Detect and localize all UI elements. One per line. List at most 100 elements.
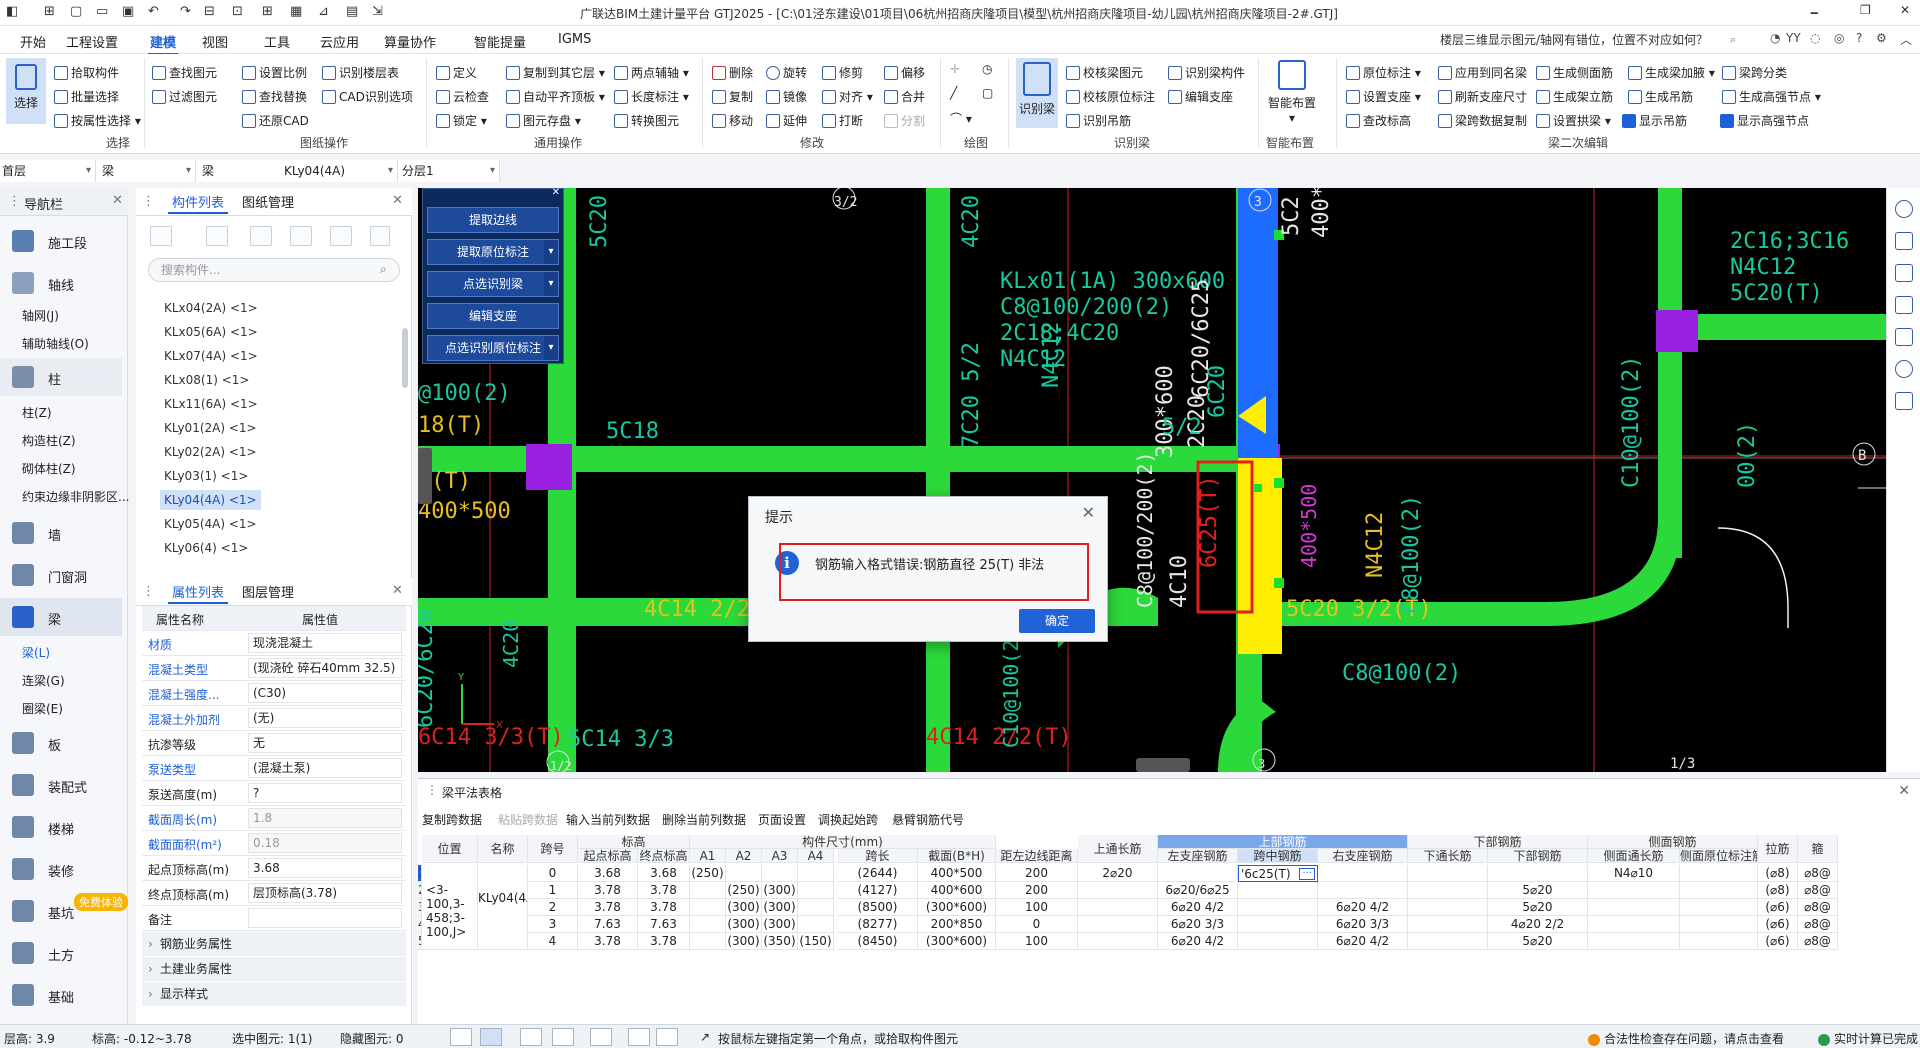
table-cell[interactable]: 6⌀20 4/2 bbox=[1318, 933, 1408, 950]
menu-igms[interactable]: IGMS bbox=[558, 32, 591, 47]
grid-icon[interactable]: ⊞ bbox=[262, 4, 273, 19]
2d-view-icon[interactable] bbox=[1895, 264, 1913, 282]
extend-button[interactable]: 延伸 bbox=[766, 112, 807, 129]
bell-icon[interactable]: ◌ bbox=[1810, 31, 1820, 45]
restore-cad-button[interactable]: 还原CAD bbox=[242, 112, 309, 129]
table-cell[interactable]: 0 bbox=[996, 916, 1078, 933]
settings-view-icon[interactable] bbox=[1895, 360, 1913, 378]
table-cell[interactable] bbox=[690, 916, 726, 933]
nav-sub-ring-beam[interactable]: 圈梁(E) bbox=[22, 700, 63, 717]
redo-icon[interactable]: ↷ bbox=[180, 4, 191, 19]
table-cell[interactable] bbox=[1408, 933, 1488, 950]
property-row[interactable]: 截面周长(m) 1.8 bbox=[142, 806, 406, 831]
set-support-button[interactable]: 设置支座 ▾ bbox=[1346, 88, 1421, 105]
menu-smart[interactable]: 智能提量 bbox=[474, 32, 526, 51]
save-icon[interactable]: ▣ bbox=[122, 4, 134, 19]
edit-support-panel-button[interactable]: 编辑支座 bbox=[427, 303, 559, 329]
table-cell[interactable]: 400*600 bbox=[918, 882, 996, 899]
table-cell[interactable]: 3.78 bbox=[638, 933, 690, 950]
drag-handle-icon[interactable]: ⋮ bbox=[142, 584, 155, 599]
auto-align-top-button[interactable]: 自动平齐顶板 ▾ bbox=[506, 88, 605, 105]
nav-sub-edge-region[interactable]: 约束边缘非阴影区... bbox=[22, 488, 129, 505]
cube-icon[interactable] bbox=[1895, 296, 1913, 314]
rect-draw-icon[interactable]: ▢ bbox=[982, 86, 993, 100]
table-cell[interactable]: 6⌀20 4/2 bbox=[1318, 899, 1408, 916]
table-cell[interactable]: 3.78 bbox=[578, 882, 638, 899]
tab-component-list[interactable]: 构件列表 bbox=[167, 192, 229, 214]
list-item[interactable]: KLx08(1) <1> bbox=[160, 370, 253, 390]
nav-item-foundation[interactable]: 基础 bbox=[0, 976, 122, 1014]
table-cell[interactable] bbox=[1318, 865, 1408, 882]
help-hint[interactable]: 楼层三维显示图元/轴网有错位，位置不对应如何？ bbox=[1440, 31, 1740, 49]
table-cell[interactable] bbox=[1680, 865, 1758, 882]
nav-item-section[interactable]: 施工段 bbox=[0, 222, 122, 260]
sort-component-icon[interactable] bbox=[330, 226, 352, 246]
nav-item-decoration[interactable]: 装修 bbox=[0, 850, 122, 888]
select-tool-button[interactable]: 选择 bbox=[6, 58, 46, 124]
tab-layer-management[interactable]: 图层管理 bbox=[242, 582, 294, 601]
table-cell[interactable] bbox=[1408, 865, 1488, 882]
property-row[interactable]: 备注 bbox=[142, 906, 406, 931]
table-cell[interactable] bbox=[726, 865, 762, 882]
point-draw-icon[interactable]: ✛ bbox=[950, 62, 960, 76]
edit-elevation-button[interactable]: 查改标高 bbox=[1346, 112, 1411, 129]
table-cell[interactable] bbox=[798, 882, 834, 899]
recognize-beam-button[interactable]: 识别梁 bbox=[1016, 58, 1058, 128]
nav-item-stairs[interactable]: 楼梯 bbox=[0, 808, 122, 846]
table-cell[interactable]: 200 bbox=[996, 882, 1078, 899]
list-item-selected[interactable]: KLy04(4A) <1> bbox=[160, 490, 261, 510]
collapse-ribbon-icon[interactable]: ︿ bbox=[1900, 31, 1912, 48]
nav-item-beam[interactable]: 梁 bbox=[0, 598, 122, 636]
table-cell[interactable] bbox=[1680, 899, 1758, 916]
list-item[interactable]: KLy05(4A) <1> bbox=[160, 514, 261, 534]
table-cell[interactable]: 1 bbox=[528, 882, 578, 899]
table-cell[interactable]: 200*850 bbox=[918, 916, 996, 933]
nav-item-axis[interactable]: 轴线 bbox=[0, 264, 122, 302]
search-icon[interactable]: ⌕ bbox=[1730, 33, 1736, 47]
table-cell[interactable] bbox=[1078, 899, 1158, 916]
merge-button[interactable]: 合并 bbox=[884, 88, 925, 105]
table-cell[interactable]: 6⌀20 4/2 bbox=[1158, 933, 1238, 950]
menu-view[interactable]: 视图 bbox=[202, 32, 228, 51]
align-button[interactable]: 对齐 ▾ bbox=[822, 88, 873, 105]
table-cell[interactable]: 400*500 bbox=[918, 865, 996, 882]
cantilever-code-action[interactable]: 悬臂钢筋代号 bbox=[892, 811, 964, 828]
clock-icon[interactable]: ◷ bbox=[982, 62, 992, 76]
table-cell[interactable] bbox=[1588, 916, 1680, 933]
table-cell[interactable]: (300) bbox=[726, 899, 762, 916]
property-row[interactable]: 终点顶标高(m) 层顶标高(3.78) bbox=[142, 881, 406, 906]
nav-sub-masonry-column[interactable]: 砌体柱(Z) bbox=[22, 460, 76, 477]
rotate-button[interactable]: 旋转 bbox=[766, 64, 807, 81]
message-icon[interactable]: ◎ bbox=[1834, 31, 1844, 45]
property-row[interactable]: 起点顶标高(m) 3.68 bbox=[142, 856, 406, 881]
table-cell[interactable]: (300) bbox=[762, 899, 798, 916]
filter-element-button[interactable]: 过滤图元 bbox=[152, 88, 217, 105]
layer-select[interactable]: 分层1 bbox=[400, 160, 500, 182]
table-cell[interactable]: 4⌀20 2/2 bbox=[1488, 916, 1588, 933]
undo-icon[interactable]: ↶ bbox=[148, 4, 159, 19]
ruler-icon[interactable]: ⊿ bbox=[318, 4, 329, 19]
table-cell[interactable]: 6⌀20 4/2 bbox=[1158, 899, 1238, 916]
settings-icon[interactable]: ⚙ bbox=[1876, 31, 1887, 45]
table-cell[interactable]: ⌀8@ bbox=[1798, 933, 1838, 950]
list-item[interactable]: KLy02(2A) <1> bbox=[160, 442, 261, 462]
layer-copy-icon[interactable] bbox=[290, 226, 312, 246]
table-cell[interactable] bbox=[690, 899, 726, 916]
table-cell[interactable]: (300) bbox=[762, 916, 798, 933]
delete-component-icon[interactable] bbox=[250, 226, 272, 246]
nav-item-door-window[interactable]: 门窗洞 bbox=[0, 556, 122, 594]
floor-select[interactable]: 首层 bbox=[0, 160, 96, 182]
mirror-button[interactable]: 镜像 bbox=[766, 88, 807, 105]
view-icon[interactable]: ⊡ bbox=[232, 4, 243, 19]
copy-span-data-button[interactable]: 梁跨数据复制 bbox=[1438, 112, 1527, 129]
table-cell[interactable]: 3.78 bbox=[638, 899, 690, 916]
point-recognize-in-situ-button[interactable]: 点选识别原位标注 bbox=[427, 335, 559, 361]
maximize-icon[interactable]: ❐ bbox=[1860, 3, 1871, 17]
delete-column-action[interactable]: 删除当前列数据 bbox=[662, 811, 746, 828]
check-beam-element-button[interactable]: 校核梁图元 bbox=[1066, 64, 1143, 81]
find-element-button[interactable]: 查找图元 bbox=[152, 64, 217, 81]
define-button[interactable]: 定义 bbox=[436, 64, 477, 81]
list-scrollbar[interactable] bbox=[402, 328, 408, 388]
property-row[interactable]: 混凝土外加剂 (无) bbox=[142, 706, 406, 731]
tab-drawing-management[interactable]: 图纸管理 bbox=[242, 192, 294, 211]
